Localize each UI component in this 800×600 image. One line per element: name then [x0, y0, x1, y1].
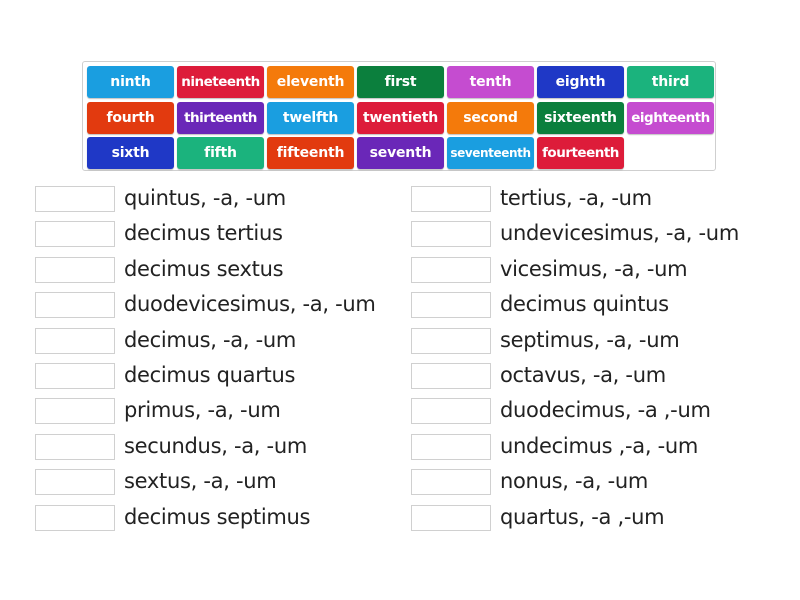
latin-clue: octavus, -a, -um [500, 363, 666, 387]
word-tile-sixth[interactable]: sixth [87, 137, 174, 169]
latin-clue: secundus, -a, -um [124, 433, 307, 458]
answer-drop-zone[interactable] [35, 292, 115, 319]
answer-drop-zone[interactable] [35, 363, 115, 389]
answer-drop-zone[interactable] [35, 433, 115, 460]
latin-clue: quintus, -a, -um [124, 186, 286, 210]
word-tile-thirteenth[interactable]: thirteenth [177, 101, 264, 134]
latin-clue: decimus septimus [124, 504, 311, 529]
latin-clue: undecimus ,-a, -um [500, 433, 699, 458]
match-up-activity: ninth nineteenth eleventh first tenth eighth t… [0, 0, 800, 600]
answer-drop-zone[interactable] [411, 398, 491, 425]
answer-drop-zone[interactable] [411, 469, 491, 496]
word-tile-twelfth[interactable]: twelfth [267, 101, 354, 134]
latin-clue: decimus sextus [124, 256, 284, 281]
word-tile-sixteenth[interactable]: sixteenth [537, 101, 624, 134]
answer-drop-zone[interactable] [35, 327, 115, 354]
answer-drop-zone[interactable] [411, 433, 491, 460]
latin-clue: decimus, -a, -um [124, 327, 297, 352]
answer-drop-zone[interactable] [411, 292, 491, 319]
answer-drop-zone[interactable] [35, 186, 115, 212]
word-tile-fifth[interactable]: fifth [177, 137, 264, 169]
latin-clue: primus, -a, -um [124, 398, 281, 423]
latin-clue: sextus, -a, -um [124, 469, 277, 494]
answer-drop-zone[interactable] [411, 221, 491, 248]
word-tile-eighteenth[interactable]: eighteenth [627, 101, 714, 134]
answer-drop-zone[interactable] [411, 256, 491, 283]
latin-clue: vicesimus, -a, -um [500, 256, 688, 281]
word-bank: ninth nineteenth eleventh first tenth eighth t… [82, 61, 716, 171]
answer-drop-zone[interactable] [35, 398, 115, 425]
latin-clue: septimus, -a, -um [500, 327, 680, 352]
word-tile-second[interactable]: second [447, 101, 534, 134]
word-tile-third[interactable]: third [627, 66, 714, 98]
word-tile-nineteenth[interactable]: nineteenth [177, 66, 264, 98]
answer-drop-zone[interactable] [411, 363, 491, 389]
word-tile-fourth[interactable]: fourth [87, 101, 174, 134]
word-tile-seventh[interactable]: seventh [357, 137, 444, 169]
answer-drop-zone[interactable] [411, 186, 491, 212]
latin-clue: decimus quintus [500, 292, 669, 317]
latin-clue: tertius, -a, -um [500, 186, 652, 210]
latin-clue: duodecimus, -a ,-um [500, 398, 711, 423]
latin-clue: nonus, -a, -um [500, 469, 649, 494]
word-tile-eleventh[interactable]: eleventh [267, 66, 354, 98]
word-tile-ninth[interactable]: ninth [87, 66, 174, 98]
answer-drop-zone[interactable] [411, 504, 491, 531]
word-tile-eighth[interactable]: eighth [537, 66, 624, 98]
latin-clue: undevicesimus, -a, -um [500, 221, 739, 246]
answer-drop-zone[interactable] [35, 504, 115, 531]
latin-clue: decimus tertius [124, 221, 283, 246]
latin-clue: quartus, -a ,-um [500, 504, 665, 529]
answer-drop-zone[interactable] [35, 221, 115, 248]
answer-drop-zone[interactable] [411, 327, 491, 354]
answer-drop-zone[interactable] [35, 256, 115, 283]
word-tile-first[interactable]: first [357, 66, 444, 98]
word-tile-fifteenth[interactable]: fifteenth [267, 137, 354, 169]
word-tile-tenth[interactable]: tenth [447, 66, 534, 98]
word-tile-seventeenth[interactable]: seventeenth [447, 137, 534, 169]
word-tile-twentieth[interactable]: twentieth [357, 101, 444, 134]
latin-clue: duodevicesimus, -a, -um [124, 292, 376, 317]
word-tile-fourteenth[interactable]: fourteenth [537, 137, 624, 169]
answer-drop-zone[interactable] [35, 469, 115, 496]
latin-clue: decimus quartus [124, 363, 296, 387]
